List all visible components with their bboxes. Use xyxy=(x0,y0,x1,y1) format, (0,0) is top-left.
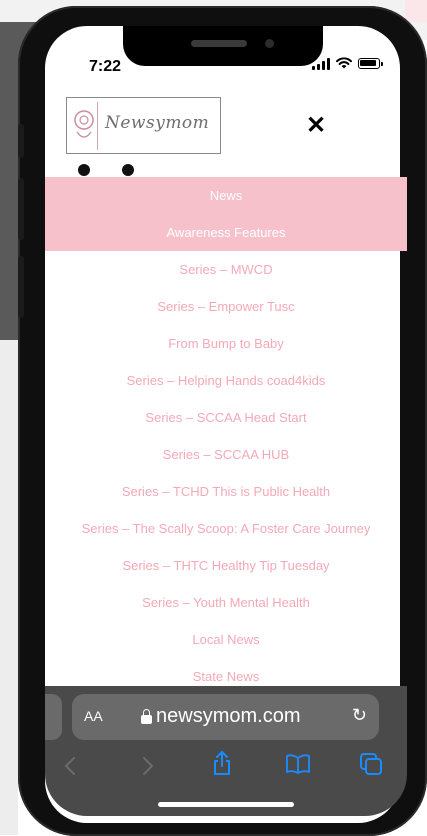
menu-item-sccaa-head-start[interactable]: Series – SCCAA Head Start xyxy=(45,399,407,436)
logo-mother-baby-icon xyxy=(74,102,98,150)
backdrop-left-strip xyxy=(0,340,18,835)
url-text[interactable]: newsymom.com xyxy=(156,705,300,728)
phone-volume-down-button xyxy=(18,256,24,318)
bookmarks-icon[interactable] xyxy=(285,754,311,774)
phone-notch xyxy=(123,26,323,66)
menu-item-youth-mental-health[interactable]: Series – Youth Mental Health xyxy=(45,584,407,621)
facebook-icon[interactable] xyxy=(122,164,134,176)
previous-tab-preview[interactable] xyxy=(45,694,62,740)
status-icons xyxy=(312,56,383,70)
forward-icon[interactable] xyxy=(141,756,155,776)
menu-item-news[interactable]: News xyxy=(45,177,407,214)
reload-icon[interactable]: ↻ xyxy=(352,705,367,726)
wifi-icon xyxy=(336,57,352,69)
status-time: 7:22 xyxy=(89,58,122,75)
header-social-icons xyxy=(78,164,134,176)
menu-item-bump-to-baby[interactable]: From Bump to Baby xyxy=(45,325,407,362)
site-logo[interactable]: Newsymom xyxy=(66,97,221,154)
menu-item-series-mwcd[interactable]: Series – MWCD xyxy=(45,251,407,288)
menu-item-series-empower-tusc[interactable]: Series – Empower Tusc xyxy=(45,288,407,325)
phone-volume-up-button xyxy=(18,178,24,240)
browser-toolbar xyxy=(45,748,407,784)
home-indicator xyxy=(158,802,294,807)
menu-item-thtc-healthy-tip[interactable]: Series – THTC Healthy Tip Tuesday xyxy=(45,547,407,584)
navigation-menu: News Awareness Features Series – MWCD Se… xyxy=(45,177,407,695)
menu-item-tchd-public-health[interactable]: Series – TCHD This is Public Health xyxy=(45,473,407,510)
menu-item-helping-hands[interactable]: Series – Helping Hands coad4kids xyxy=(45,362,407,399)
tabs-icon[interactable] xyxy=(359,752,383,776)
battery-icon xyxy=(358,57,383,69)
backdrop-pink-corner xyxy=(405,0,427,22)
lock-icon xyxy=(141,709,152,724)
menu-item-sccaa-hub[interactable]: Series – SCCAA HUB xyxy=(45,436,407,473)
menu-item-awareness-features[interactable]: Awareness Features xyxy=(45,214,407,251)
phone-mute-button xyxy=(18,124,24,158)
address-bar[interactable]: AA newsymom.com ↻ xyxy=(72,694,379,740)
menu-item-local-news[interactable]: Local News xyxy=(45,621,407,658)
search-icon[interactable] xyxy=(78,164,90,176)
speaker-grille xyxy=(191,40,247,47)
reader-aa-button[interactable]: AA xyxy=(84,708,103,724)
browser-chrome: AA newsymom.com ↻ xyxy=(45,686,407,816)
share-icon[interactable] xyxy=(212,750,232,776)
front-camera xyxy=(265,39,274,48)
menu-item-scally-scoop[interactable]: Series – The Scally Scoop: A Foster Care… xyxy=(45,510,407,547)
menu-highlight-band: News Awareness Features xyxy=(45,177,407,251)
back-icon[interactable] xyxy=(63,756,77,776)
logo-wordmark: Newsymom xyxy=(105,113,210,133)
close-menu-button[interactable]: ✕ xyxy=(303,112,329,139)
